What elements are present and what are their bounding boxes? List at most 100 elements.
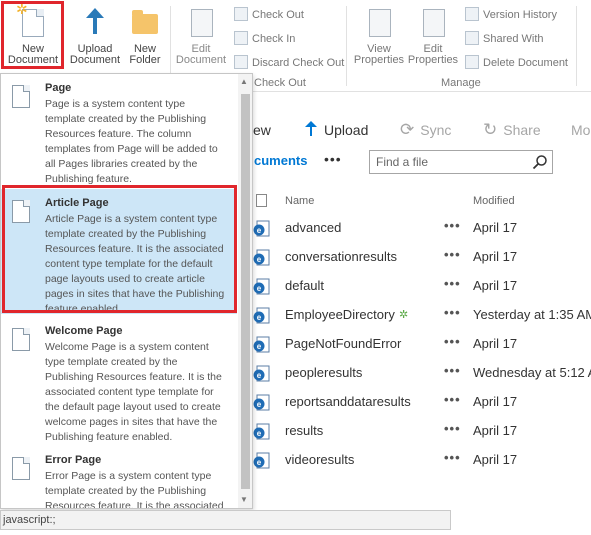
search-input[interactable]: Find a file — [369, 150, 553, 174]
row-more-button[interactable]: ••• — [444, 450, 461, 465]
status-text: javascript:; — [3, 514, 56, 526]
file-name[interactable]: results — [285, 423, 323, 438]
table-row[interactable]: e results ••• April 17 — [238, 417, 591, 446]
check-out-label: Check Out — [252, 9, 304, 21]
edit-properties-button[interactable]: Edit Properties — [406, 4, 460, 72]
file-name[interactable]: PageNotFoundError — [285, 336, 401, 351]
table-row[interactable]: e conversationresults ••• April 17 — [238, 243, 591, 272]
menu-item-welcome-page[interactable]: Welcome Page Welcome Page is a system co… — [1, 325, 237, 450]
table-row[interactable]: e videoresults ••• April 17 — [238, 446, 591, 475]
group-label-manage: Manage — [441, 77, 481, 89]
share-icon: ↻ — [483, 120, 498, 139]
column-header-modified[interactable]: Modified — [473, 195, 515, 207]
file-name[interactable]: peopleresults — [285, 365, 362, 380]
discard-check-out-button[interactable]: Discard Check Out — [234, 54, 344, 72]
row-more-button[interactable]: ••• — [444, 247, 461, 262]
table-row[interactable]: e PageNotFoundError ••• April 17 — [238, 330, 591, 359]
upload-command-label: Upload — [324, 122, 369, 138]
file-modified: April 17 — [473, 394, 518, 409]
search-icon[interactable] — [532, 154, 548, 170]
row-more-button[interactable]: ••• — [444, 218, 461, 233]
svg-text:e: e — [257, 255, 262, 264]
column-header-name[interactable]: Name — [285, 195, 314, 207]
table-row[interactable]: e default ••• April 17 — [238, 272, 591, 301]
sync-command-label: Sync — [420, 122, 452, 138]
menu-item-error-page[interactable]: Error Page Error Page is a system conten… — [1, 454, 237, 508]
file-name[interactable]: videoresults — [285, 452, 354, 467]
page-icon — [12, 85, 30, 108]
file-name[interactable]: conversationresults — [285, 249, 397, 264]
view-properties-button[interactable]: View Properties — [352, 4, 406, 72]
new-folder-button[interactable]: New Folder — [124, 4, 166, 72]
page-icon — [12, 328, 30, 351]
table-row[interactable]: e advanced ••• April 17 — [238, 214, 591, 243]
file-name[interactable]: EmployeeDirectory — [285, 307, 395, 322]
group-label-open-check-out: Check Out — [254, 77, 306, 89]
svg-text:e: e — [257, 226, 262, 235]
svg-text:e: e — [257, 400, 262, 409]
table-row[interactable]: e peopleresults ••• Wednesday at 5:12 A — [238, 359, 591, 388]
menu-scrollbar-thumb[interactable] — [241, 94, 250, 489]
aspx-file-icon: e — [253, 336, 270, 353]
row-more-button[interactable]: ••• — [444, 305, 461, 320]
file-name[interactable]: reportsanddataresults — [285, 394, 411, 409]
document-library: ew Upload ⟳ Sync ↻ Share Mo cuments ••• Fi… — [238, 93, 591, 535]
new-folder-label: New Folder — [129, 43, 161, 66]
delete-document-label: Delete Document — [483, 57, 568, 69]
svg-text:e: e — [257, 342, 262, 351]
ribbon-separator — [576, 6, 577, 86]
scroll-up-arrow-icon[interactable]: ▲ — [240, 77, 248, 86]
row-more-button[interactable]: ••• — [444, 363, 461, 378]
file-type-header-icon[interactable] — [256, 194, 267, 207]
delete-document-button[interactable]: Delete Document — [465, 54, 568, 72]
file-modified: Yesterday at 1:35 AM — [473, 307, 591, 322]
share-command[interactable]: ↻ Share — [483, 115, 541, 145]
share-command-label: Share — [503, 122, 541, 138]
view-properties-icon — [364, 8, 394, 38]
new-command[interactable]: ew — [253, 115, 271, 145]
scroll-down-arrow-icon[interactable]: ▼ — [240, 495, 248, 504]
new-item-icon: ✲ — [399, 309, 409, 321]
menu-item-description: Welcome Page is a system content type te… — [45, 341, 222, 443]
svg-text:e: e — [257, 371, 262, 380]
file-modified: April 17 — [473, 423, 518, 438]
page-icon — [12, 457, 30, 480]
svg-text:e: e — [257, 284, 262, 293]
sync-command[interactable]: ⟳ Sync — [400, 115, 451, 145]
aspx-file-icon: e — [253, 307, 270, 324]
tab-more-button[interactable]: ••• — [324, 151, 342, 167]
discard-check-out-label: Discard Check Out — [252, 57, 345, 69]
shared-with-button[interactable]: Shared With — [465, 30, 544, 48]
version-history-label: Version History — [483, 9, 557, 21]
aspx-file-icon: e — [253, 220, 270, 237]
check-in-button[interactable]: Check In — [234, 30, 295, 48]
aspx-file-icon: e — [253, 365, 270, 382]
aspx-file-icon: e — [253, 452, 270, 469]
aspx-file-icon: e — [253, 423, 270, 440]
file-modified: April 17 — [473, 220, 518, 235]
row-more-button[interactable]: ••• — [444, 276, 461, 291]
upload-icon — [80, 8, 110, 38]
upload-document-button[interactable]: Upload Document — [68, 4, 122, 72]
table-row[interactable]: e EmployeeDirectory ✲ ••• Yesterday at 1:35 … — [238, 301, 591, 330]
edit-document-button[interactable]: Edit Document — [174, 4, 228, 72]
file-modified: April 17 — [473, 278, 518, 293]
more-command[interactable]: Mo — [571, 115, 590, 145]
new-document-highlight — [1, 1, 64, 69]
row-more-button[interactable]: ••• — [444, 334, 461, 349]
upload-arrow-icon — [305, 121, 317, 136]
row-more-button[interactable]: ••• — [444, 421, 461, 436]
aspx-file-icon: e — [253, 249, 270, 266]
upload-command[interactable]: Upload — [304, 115, 368, 145]
row-more-button[interactable]: ••• — [444, 392, 461, 407]
check-out-icon — [234, 7, 248, 21]
table-row[interactable]: e reportsanddataresults ••• April 17 — [238, 388, 591, 417]
menu-item-page[interactable]: Page Page is a system content type templ… — [1, 82, 237, 186]
file-name[interactable]: default — [285, 278, 324, 293]
folder-icon — [130, 8, 160, 38]
edit-document-icon — [186, 8, 216, 38]
file-name[interactable]: advanced — [285, 220, 341, 235]
version-history-button[interactable]: Version History — [465, 6, 557, 24]
check-out-button[interactable]: Check Out — [234, 6, 304, 24]
tab-documents[interactable]: cuments — [254, 153, 307, 168]
